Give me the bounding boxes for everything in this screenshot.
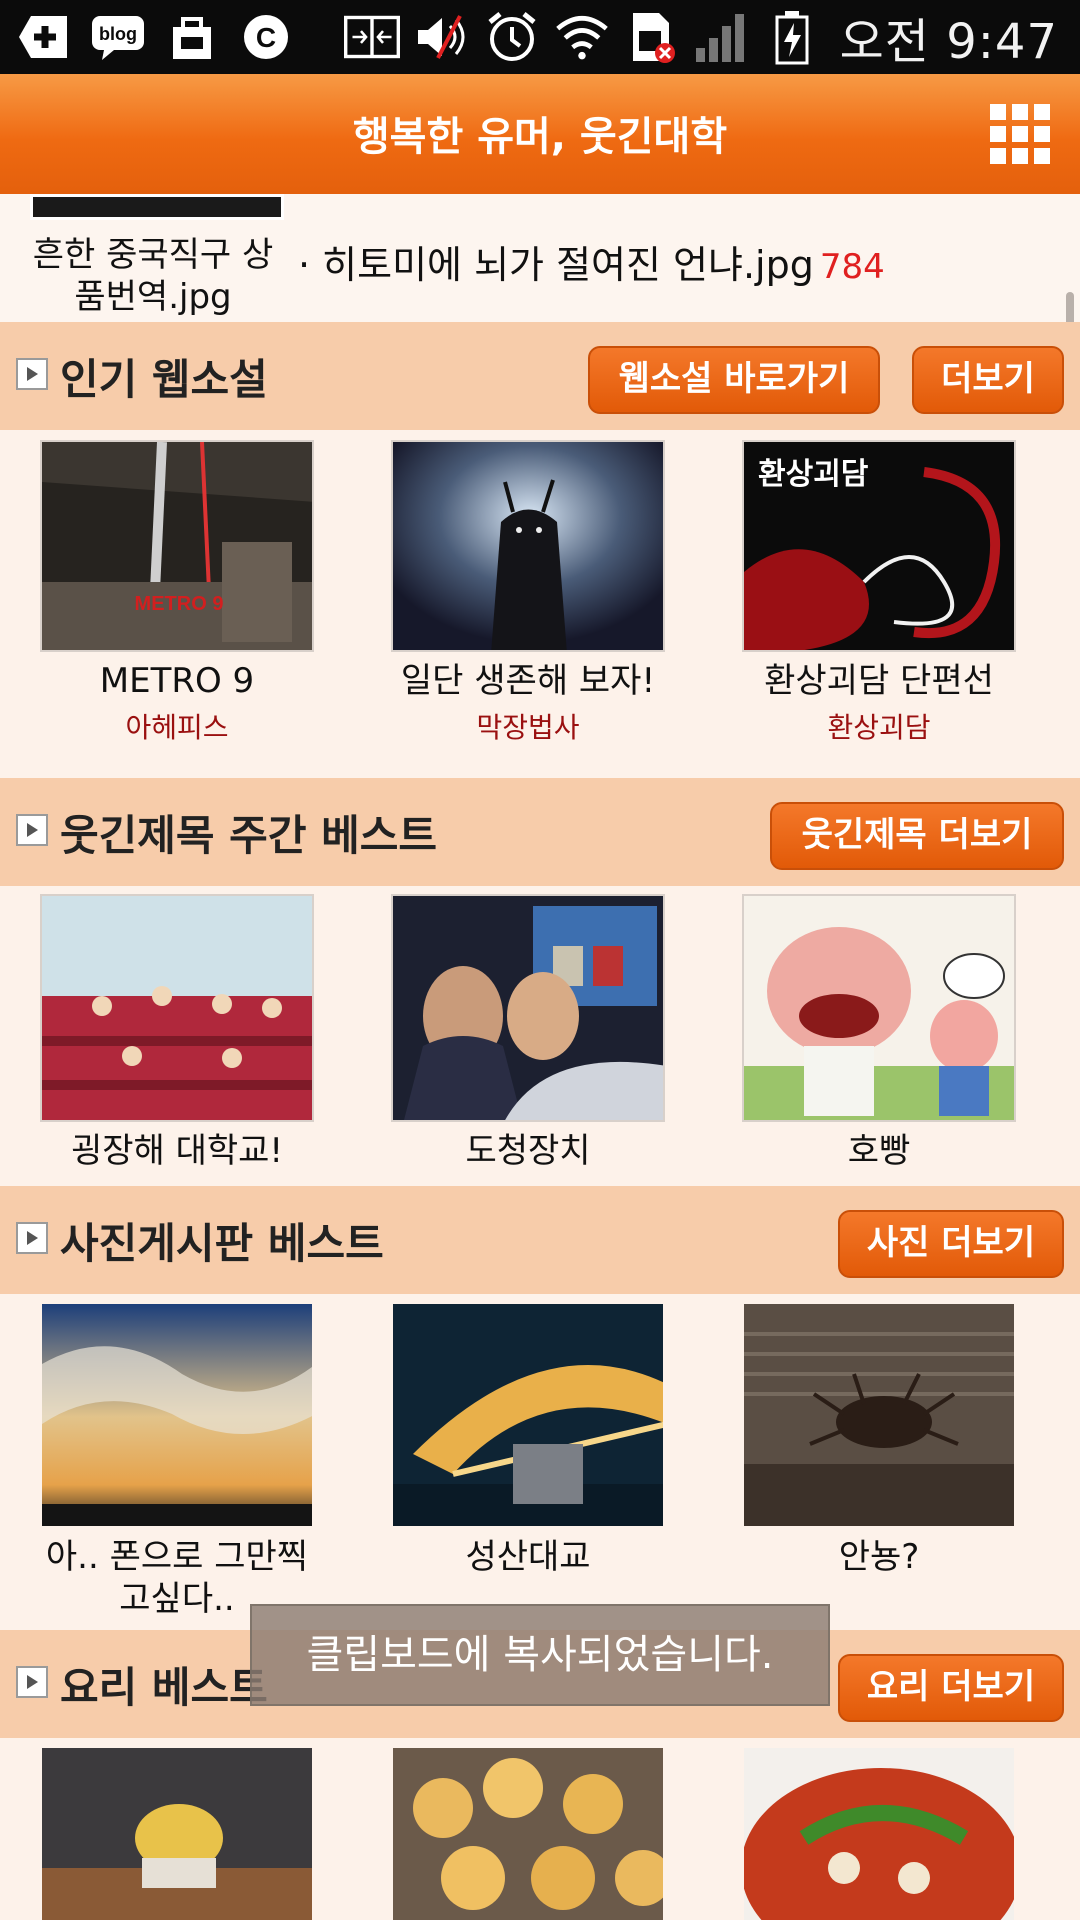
section-arrow-icon bbox=[16, 1666, 48, 1698]
comment-count: 784 bbox=[819, 247, 885, 287]
wifi-icon bbox=[554, 10, 610, 64]
app-title[interactable]: 행복한 유머, 웃긴대학 bbox=[0, 104, 1080, 162]
screen-cast-icon bbox=[343, 10, 400, 64]
clock: 오전 9:47 bbox=[839, 14, 1058, 70]
novel-author[interactable]: 아헤피스 bbox=[40, 706, 314, 746]
photo-item[interactable]: 아.. 폰으로 그만찍고싶다.. bbox=[40, 1302, 314, 1620]
novel-item[interactable]: 일단 생존해 보자! 막장법사 bbox=[391, 440, 665, 746]
section-body-cooking bbox=[0, 1738, 1080, 1920]
section-title: 요리 베스트 bbox=[60, 1663, 268, 1712]
bag-icon bbox=[164, 10, 220, 64]
app-header: 행복한 유머, 웃긴대학 bbox=[0, 74, 1080, 194]
cooking-item[interactable] bbox=[742, 1746, 1016, 1920]
funny-title-caption[interactable]: 호빵 bbox=[742, 1130, 1016, 1172]
blog-icon: blog bbox=[90, 10, 146, 64]
photo-item[interactable]: 안뇽? bbox=[742, 1302, 1016, 1578]
funny-titles-more-button[interactable]: 웃긴제목 더보기 bbox=[770, 802, 1064, 870]
funny-title-image[interactable] bbox=[40, 894, 314, 1122]
funny-title-item[interactable]: 호빵 bbox=[742, 894, 1016, 1172]
cooking-item[interactable] bbox=[40, 1746, 314, 1920]
cooking-image[interactable] bbox=[40, 1746, 314, 1920]
novel-item[interactable]: 환상괴담 환상괴담 단편선 환상괴담 bbox=[742, 440, 1016, 746]
post-thumbnail[interactable] bbox=[30, 194, 284, 220]
webnovel-shortcut-button[interactable]: 웹소설 바로가기 bbox=[588, 346, 880, 414]
section-title: 인기 웹소설 bbox=[60, 355, 268, 404]
funny-title-item[interactable]: 굉장해 대학교! bbox=[40, 894, 314, 1172]
menu-grid-icon[interactable] bbox=[990, 104, 1050, 164]
c-icon: C bbox=[238, 10, 294, 64]
section-header-webnovel: 인기 웹소설 웹소설 바로가기 더보기 bbox=[0, 322, 1080, 430]
funny-title-image[interactable] bbox=[391, 894, 665, 1122]
cooking-item[interactable] bbox=[391, 1746, 665, 1920]
cover-text: METRO 9 bbox=[135, 593, 224, 615]
photos-more-button[interactable]: 사진 더보기 bbox=[838, 1210, 1064, 1278]
cover-text: 환상괴담 bbox=[758, 457, 869, 492]
novel-cover[interactable]: 환상괴담 bbox=[742, 440, 1016, 652]
photo-image[interactable] bbox=[742, 1302, 1016, 1528]
novel-item[interactable]: METRO 9 METRO 9 아헤피스 bbox=[40, 440, 314, 746]
photo-caption[interactable]: 성산대교 bbox=[391, 1536, 665, 1578]
cooking-image[interactable] bbox=[391, 1746, 665, 1920]
section-title: 웃긴제목 주간 베스트 bbox=[60, 811, 438, 860]
photo-caption[interactable]: 안뇽? bbox=[742, 1536, 1016, 1578]
novel-title[interactable]: 환상괴담 단편선 bbox=[742, 660, 1016, 702]
cooking-more-button[interactable]: 요리 더보기 bbox=[838, 1654, 1064, 1722]
post-link-title[interactable]: · 히토미에 뇌가 절여진 언냐.jpg bbox=[298, 243, 814, 287]
signal-icon bbox=[694, 10, 750, 64]
post-title-link[interactable]: 흔한 중국직구 상품번역.jpg bbox=[22, 234, 284, 318]
webnovel-more-button[interactable]: 더보기 bbox=[912, 346, 1064, 414]
novel-author[interactable]: 막장법사 bbox=[391, 706, 665, 746]
status-bar: blog C 오전 9:47 bbox=[0, 0, 1080, 74]
section-arrow-icon bbox=[16, 358, 48, 390]
section-arrow-icon bbox=[16, 1222, 48, 1254]
cooking-image[interactable] bbox=[742, 1746, 1016, 1920]
novel-author[interactable]: 환상괴담 bbox=[742, 706, 1016, 746]
sim-error-icon bbox=[624, 10, 680, 64]
photo-item[interactable]: 성산대교 bbox=[391, 1302, 665, 1578]
section-header-photos: 사진게시판 베스트 사진 더보기 bbox=[0, 1186, 1080, 1294]
section-body-webnovel: METRO 9 METRO 9 아헤피스 일단 생존해 보자! 막장법사 환상괴… bbox=[0, 430, 1080, 776]
funny-title-caption[interactable]: 도청장치 bbox=[391, 1130, 665, 1172]
novel-cover[interactable]: METRO 9 bbox=[40, 440, 314, 652]
battery-charging-icon bbox=[764, 10, 820, 65]
novel-title[interactable]: METRO 9 bbox=[40, 660, 314, 702]
alarm-icon bbox=[484, 10, 540, 64]
post-link[interactable]: · 히토미에 뇌가 절여진 언냐.jpg 784 bbox=[298, 234, 885, 289]
mute-icon bbox=[414, 10, 470, 64]
svg-text:blog: blog bbox=[99, 24, 137, 44]
section-body-funny-titles: 굉장해 대학교! 도청장치 호빵 bbox=[0, 886, 1080, 1186]
novel-title[interactable]: 일단 생존해 보자! bbox=[391, 660, 665, 702]
previous-list-row: 흔한 중국직구 상품번역.jpg · 히토미에 뇌가 절여진 언냐.jpg 784 bbox=[0, 194, 1080, 322]
novel-cover[interactable] bbox=[391, 440, 665, 652]
section-header-funny-titles: 웃긴제목 주간 베스트 웃긴제목 더보기 bbox=[0, 778, 1080, 886]
photo-image[interactable] bbox=[391, 1302, 665, 1528]
funny-title-image[interactable] bbox=[742, 894, 1016, 1122]
funny-title-caption[interactable]: 굉장해 대학교! bbox=[40, 1130, 314, 1172]
add-icon bbox=[16, 10, 72, 64]
section-body-photos: 아.. 폰으로 그만찍고싶다.. 성산대교 안뇽? bbox=[0, 1294, 1080, 1628]
photo-image[interactable] bbox=[40, 1302, 314, 1528]
toast-message: 클립보드에 복사되었습니다. bbox=[250, 1604, 830, 1706]
section-title: 사진게시판 베스트 bbox=[60, 1219, 384, 1268]
section-arrow-icon bbox=[16, 814, 48, 846]
svg-text:C: C bbox=[256, 22, 276, 53]
funny-title-item[interactable]: 도청장치 bbox=[391, 894, 665, 1172]
